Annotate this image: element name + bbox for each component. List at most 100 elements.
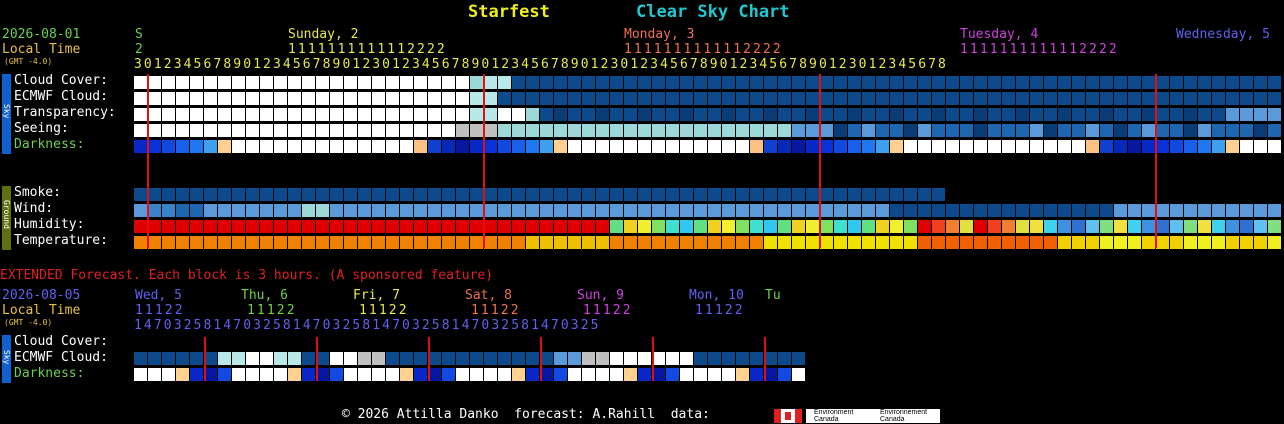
darkness-cell[interactable] bbox=[498, 140, 511, 153]
extended-ecmwf-cell[interactable] bbox=[512, 352, 525, 365]
ecmwf-cloud-cell[interactable] bbox=[176, 92, 189, 105]
temperature-cell[interactable] bbox=[750, 236, 763, 249]
ecmwf-cloud-cell[interactable] bbox=[232, 92, 245, 105]
extended-darkness-cell[interactable] bbox=[526, 368, 539, 381]
cloud-cover-cell[interactable] bbox=[1184, 76, 1197, 89]
smoke-cell[interactable] bbox=[428, 188, 441, 201]
cloud-cover-cell[interactable] bbox=[932, 76, 945, 89]
seeing-cell[interactable] bbox=[344, 124, 357, 137]
extended-darkness-cell[interactable] bbox=[344, 368, 357, 381]
seeing-cell[interactable] bbox=[442, 124, 455, 137]
temperature-cell[interactable] bbox=[274, 236, 287, 249]
wind-cell[interactable] bbox=[386, 204, 399, 217]
extended-darkness-cell[interactable] bbox=[680, 368, 693, 381]
humidity-cell[interactable] bbox=[750, 220, 763, 233]
humidity-cell[interactable] bbox=[1058, 220, 1071, 233]
cloud-cover-cell[interactable] bbox=[666, 76, 679, 89]
temperature-cell[interactable] bbox=[162, 236, 175, 249]
smoke-cell[interactable] bbox=[764, 188, 777, 201]
wind-cell[interactable] bbox=[1254, 204, 1267, 217]
wind-cell[interactable] bbox=[498, 204, 511, 217]
wind-cell[interactable] bbox=[596, 204, 609, 217]
darkness-cell[interactable] bbox=[652, 140, 665, 153]
humidity-cell[interactable] bbox=[302, 220, 315, 233]
humidity-cell[interactable] bbox=[1254, 220, 1267, 233]
cloud-cover-cell[interactable] bbox=[652, 76, 665, 89]
transparency-cell[interactable] bbox=[1058, 108, 1071, 121]
smoke-cell[interactable] bbox=[372, 188, 385, 201]
extended-darkness-cell[interactable] bbox=[190, 368, 203, 381]
smoke-cell[interactable] bbox=[638, 188, 651, 201]
cloud-cover-cell[interactable] bbox=[806, 76, 819, 89]
transparency-cell[interactable] bbox=[386, 108, 399, 121]
extended-ecmwf-cell[interactable] bbox=[246, 352, 259, 365]
wind-cell[interactable] bbox=[582, 204, 595, 217]
wind-cell[interactable] bbox=[190, 204, 203, 217]
humidity-cell[interactable] bbox=[246, 220, 259, 233]
temperature-cell[interactable] bbox=[1170, 236, 1183, 249]
cloud-cover-cell[interactable] bbox=[1114, 76, 1127, 89]
cloud-cover-cell[interactable] bbox=[484, 76, 497, 89]
ecmwf-cloud-cell[interactable] bbox=[862, 92, 875, 105]
transparency-cell[interactable] bbox=[274, 108, 287, 121]
transparency-cell[interactable] bbox=[736, 108, 749, 121]
extended-ecmwf-cell[interactable] bbox=[792, 352, 805, 365]
cloud-cover-cell[interactable] bbox=[372, 76, 385, 89]
darkness-cell[interactable] bbox=[764, 140, 777, 153]
darkness-cell[interactable] bbox=[610, 140, 623, 153]
ecmwf-cloud-cell[interactable] bbox=[750, 92, 763, 105]
humidity-cell[interactable] bbox=[988, 220, 1001, 233]
extended-darkness-cell[interactable] bbox=[372, 368, 385, 381]
cloud-cover-cell[interactable] bbox=[1142, 76, 1155, 89]
seeing-cell[interactable] bbox=[722, 124, 735, 137]
wind-cell[interactable] bbox=[526, 204, 539, 217]
ecmwf-cloud-cell[interactable] bbox=[204, 92, 217, 105]
humidity-cell[interactable] bbox=[1170, 220, 1183, 233]
temperature-cell[interactable] bbox=[988, 236, 1001, 249]
temperature-cell[interactable] bbox=[498, 236, 511, 249]
transparency-cell[interactable] bbox=[1030, 108, 1043, 121]
humidity-cell[interactable] bbox=[1184, 220, 1197, 233]
temperature-cell[interactable] bbox=[974, 236, 987, 249]
ecmwf-cloud-cell[interactable] bbox=[456, 92, 469, 105]
wind-cell[interactable] bbox=[484, 204, 497, 217]
darkness-cell[interactable] bbox=[1142, 140, 1155, 153]
cloud-cover-cell[interactable] bbox=[876, 76, 889, 89]
cloud-cover-cell[interactable] bbox=[1086, 76, 1099, 89]
darkness-cell[interactable] bbox=[960, 140, 973, 153]
wind-cell[interactable] bbox=[1198, 204, 1211, 217]
cloud-cover-cell[interactable] bbox=[848, 76, 861, 89]
ecmwf-cloud-cell[interactable] bbox=[988, 92, 1001, 105]
ecmwf-cloud-cell[interactable] bbox=[694, 92, 707, 105]
ecmwf-cloud-cell[interactable] bbox=[162, 92, 175, 105]
humidity-cell[interactable] bbox=[1072, 220, 1085, 233]
cloud-cover-cell[interactable] bbox=[1016, 76, 1029, 89]
ecmwf-cloud-cell[interactable] bbox=[316, 92, 329, 105]
transparency-cell[interactable] bbox=[1240, 108, 1253, 121]
cloud-cover-cell[interactable] bbox=[890, 76, 903, 89]
extended-darkness-cell[interactable] bbox=[638, 368, 651, 381]
extended-darkness-cell[interactable] bbox=[386, 368, 399, 381]
darkness-cell[interactable] bbox=[792, 140, 805, 153]
temperature-cell[interactable] bbox=[540, 236, 553, 249]
cloud-cover-cell[interactable] bbox=[148, 76, 161, 89]
humidity-cell[interactable] bbox=[218, 220, 231, 233]
darkness-cell[interactable] bbox=[1100, 140, 1113, 153]
temperature-cell[interactable] bbox=[400, 236, 413, 249]
cloud-cover-cell[interactable] bbox=[834, 76, 847, 89]
cloud-cover-cell[interactable] bbox=[722, 76, 735, 89]
darkness-cell[interactable] bbox=[456, 140, 469, 153]
cloud-cover-cell[interactable] bbox=[596, 76, 609, 89]
temperature-cell[interactable] bbox=[932, 236, 945, 249]
humidity-cell[interactable] bbox=[848, 220, 861, 233]
wind-cell[interactable] bbox=[134, 204, 147, 217]
transparency-cell[interactable] bbox=[176, 108, 189, 121]
extended-darkness-cell[interactable] bbox=[218, 368, 231, 381]
wind-cell[interactable] bbox=[400, 204, 413, 217]
seeing-cell[interactable] bbox=[862, 124, 875, 137]
temperature-cell[interactable] bbox=[344, 236, 357, 249]
smoke-cell[interactable] bbox=[540, 188, 553, 201]
seeing-cell[interactable] bbox=[386, 124, 399, 137]
wind-cell[interactable] bbox=[1170, 204, 1183, 217]
darkness-cell[interactable] bbox=[554, 140, 567, 153]
